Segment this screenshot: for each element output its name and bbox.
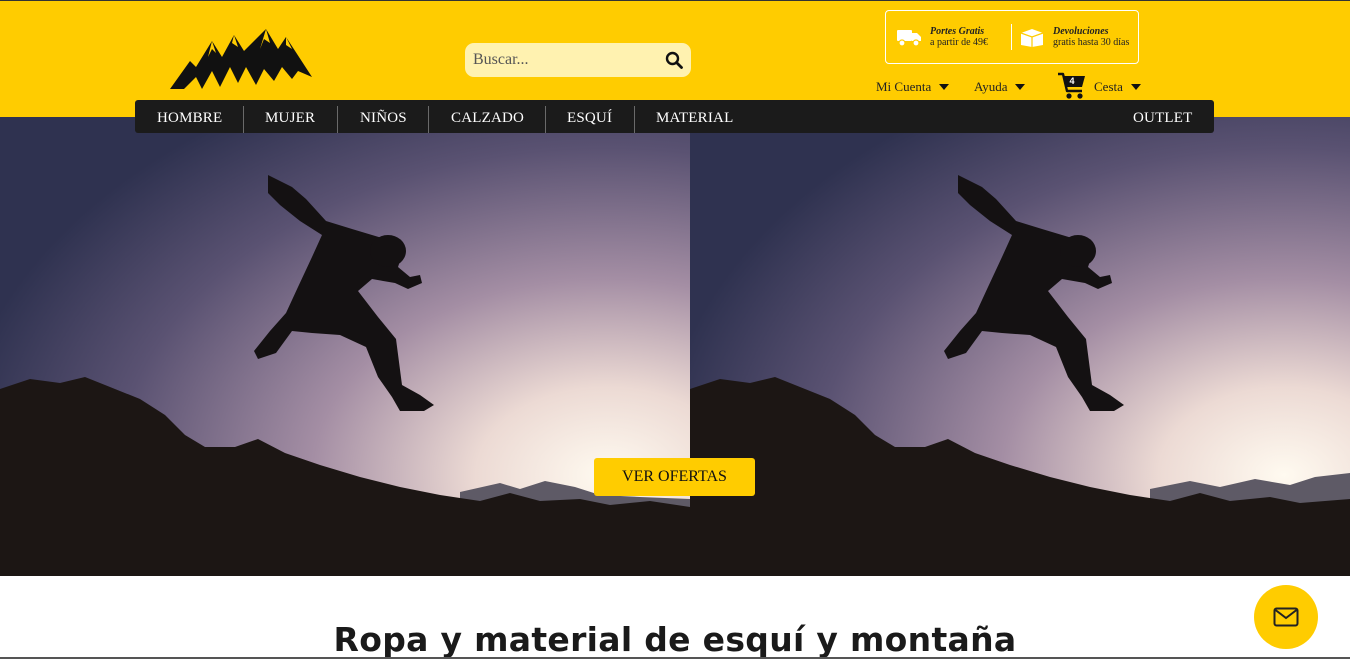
nav-item-esqui[interactable]: ESQUÍ <box>567 100 612 133</box>
hero-image <box>0 117 690 576</box>
account-label: Mi Cuenta <box>876 79 932 94</box>
page-title: Ropa y material de esquí y montaña <box>333 620 1017 659</box>
help-menu[interactable]: Ayuda <box>974 79 1026 95</box>
nav-divider <box>545 106 546 133</box>
nav-item-calzado[interactable]: CALZADO <box>451 100 524 133</box>
help-label: Ayuda <box>974 79 1008 94</box>
search-box <box>465 43 691 77</box>
nav-item-ninos[interactable]: NIÑOS <box>360 100 407 133</box>
nav-divider <box>243 106 244 133</box>
cart-count-badge: 4 <box>1069 76 1075 86</box>
promo-title: Portes Gratis <box>930 26 985 37</box>
search-input[interactable] <box>465 51 653 69</box>
mountains-logo[interactable] <box>168 27 314 91</box>
nav-item-mujer[interactable]: MUJER <box>265 100 315 133</box>
nav-item-outlet[interactable]: OUTLET <box>1133 100 1193 133</box>
hero-image <box>690 117 1350 576</box>
nav-divider <box>428 106 429 133</box>
cart-button[interactable]: 4 <box>1057 72 1087 102</box>
nav-divider <box>634 106 635 133</box>
chevron-down-icon <box>1130 84 1141 90</box>
main-nav: HOMBRE MUJER NIÑOS CALZADO ESQUÍ MATERIA… <box>135 100 1214 133</box>
nav-item-hombre[interactable]: HOMBRE <box>157 100 222 133</box>
promo-box: Portes Gratis a partir de 49€ Devolucion… <box>885 10 1139 64</box>
contact-button[interactable] <box>1254 585 1318 649</box>
promo-subtitle: gratis hasta 30 días <box>1053 37 1130 48</box>
promo-subtitle: a partir de 49€ <box>930 37 989 48</box>
cart-label: Cesta <box>1094 79 1123 94</box>
ver-ofertas-button[interactable]: VER OFERTAS <box>594 458 755 496</box>
promo-divider <box>1011 24 1012 50</box>
truck-icon <box>897 30 921 47</box>
box-icon <box>1020 29 1044 47</box>
nav-item-material[interactable]: MATERIAL <box>656 100 733 133</box>
mail-icon <box>1273 607 1299 627</box>
hero-banner <box>0 117 1350 576</box>
search-icon[interactable] <box>665 51 683 69</box>
account-menu[interactable]: Mi Cuenta <box>876 79 950 95</box>
chevron-down-icon <box>1015 84 1026 90</box>
cart-menu[interactable]: Cesta <box>1094 79 1141 95</box>
promo-returns: Devoluciones gratis hasta 30 días <box>1019 11 1131 63</box>
promo-free-shipping: Portes Gratis a partir de 49€ <box>896 11 1012 63</box>
nav-divider <box>337 106 338 133</box>
promo-title: Devoluciones <box>1053 26 1109 37</box>
chevron-down-icon <box>939 84 950 90</box>
